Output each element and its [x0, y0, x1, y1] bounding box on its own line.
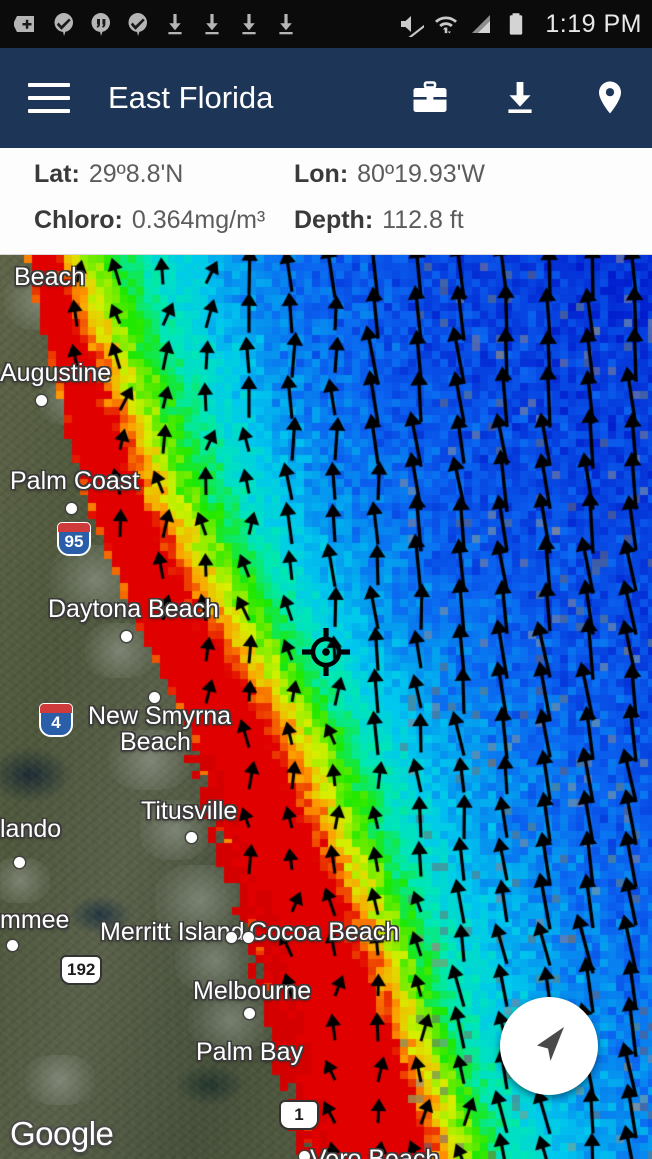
- route-shield-4: 4: [39, 703, 73, 737]
- hangouts-quote-icon: [88, 11, 114, 37]
- map-label: Melbourne: [193, 978, 311, 1004]
- route-number: 95: [57, 522, 91, 556]
- map-label: lando: [0, 816, 61, 842]
- navigation-arrow-icon: [525, 1020, 573, 1073]
- map-place-dot: [149, 692, 160, 703]
- hangouts-check-icon: [51, 11, 77, 37]
- hangouts-check-icon: [125, 11, 151, 37]
- map-place-dot: [186, 832, 197, 843]
- download-arrow-icon: [162, 11, 188, 37]
- chlorophyll-value: 0.364mg/m³: [132, 206, 265, 235]
- route-shield-1: 1: [279, 1100, 319, 1130]
- map-place-dot: [243, 932, 254, 943]
- map-label: Beach: [120, 729, 191, 755]
- map-label: Cocoa Beach: [249, 919, 399, 945]
- longitude-value: 80º19.93'W: [357, 160, 485, 189]
- depth-value: 112.8 ft: [382, 206, 464, 235]
- map-label: Palm Bay: [196, 1039, 303, 1065]
- map-place-dot: [299, 1151, 310, 1159]
- readout-row-measurements: Chloro: 0.364mg/m³ Depth: 112.8 ft: [0, 206, 652, 252]
- map-place-dot: [36, 395, 47, 406]
- map-label: Palm Coast: [10, 468, 139, 494]
- briefcase-icon[interactable]: [410, 78, 450, 118]
- route-number: 192: [60, 955, 102, 985]
- map-place-dot: [7, 940, 18, 951]
- app-bar-actions: [410, 78, 630, 118]
- map-label: New Smyrna: [88, 703, 231, 729]
- route-shield-192: 192: [60, 955, 102, 985]
- app-add-icon: [14, 11, 40, 37]
- map-label: mmee: [0, 907, 69, 933]
- depth-label: Depth:: [294, 206, 373, 235]
- cell-signal-icon: [468, 11, 494, 37]
- map-place-dot: [14, 857, 25, 868]
- latitude-readout: Lat: 29º8.8'N: [0, 160, 294, 189]
- readout-row-position: Lat: 29º8.8'N Lon: 80º19.93'W: [0, 160, 652, 206]
- status-bar-system-icons: 1:19 PM: [398, 10, 642, 39]
- longitude-readout: Lon: 80º19.93'W: [294, 160, 485, 189]
- battery-icon: [503, 11, 529, 37]
- selected-point-crosshair-icon[interactable]: [301, 627, 351, 677]
- app-bar: East Florida: [0, 48, 652, 148]
- wifi-icon: [433, 11, 459, 37]
- google-watermark: Google: [10, 1115, 113, 1153]
- map-place-dot: [244, 1008, 255, 1019]
- depth-readout: Depth: 112.8 ft: [294, 206, 464, 235]
- volume-mute-icon: [398, 11, 424, 37]
- map-label: Daytona Beach: [48, 596, 219, 622]
- page-title: East Florida: [108, 80, 410, 116]
- map-place-dot: [226, 932, 237, 943]
- status-bar-notifications: [14, 11, 398, 37]
- chlorophyll-readout: Chloro: 0.364mg/m³: [0, 206, 294, 235]
- route-number: 1: [279, 1100, 319, 1130]
- map-view[interactable]: Beach Augustine Palm Coast Daytona Beach New…: [0, 255, 652, 1159]
- latitude-label: Lat:: [34, 160, 80, 189]
- map-place-dot: [121, 631, 132, 642]
- map-label: Augustine: [0, 360, 111, 386]
- location-pin-icon[interactable]: [590, 78, 630, 118]
- map-label: Titusville: [141, 798, 237, 824]
- app-root: 1:19 PM East Florida Lat: 29º8.8'N Lon: …: [0, 0, 652, 1159]
- map-label: Beach: [14, 264, 85, 290]
- longitude-label: Lon:: [294, 160, 348, 189]
- map-label: Vero Beach: [310, 1146, 439, 1159]
- chlorophyll-label: Chloro:: [34, 206, 123, 235]
- latitude-value: 29º8.8'N: [89, 160, 184, 189]
- route-shield-95: 95: [57, 522, 91, 556]
- download-arrow-icon: [273, 11, 299, 37]
- route-number: 4: [39, 703, 73, 737]
- hamburger-menu-icon[interactable]: [28, 83, 70, 113]
- android-status-bar: 1:19 PM: [0, 0, 652, 48]
- map-label: Merritt Island: [100, 919, 244, 945]
- download-arrow-icon: [199, 11, 225, 37]
- download-icon[interactable]: [500, 78, 540, 118]
- my-location-button[interactable]: [500, 997, 598, 1095]
- readout-panel: Lat: 29º8.8'N Lon: 80º19.93'W Chloro: 0.…: [0, 148, 652, 255]
- status-bar-clock: 1:19 PM: [545, 10, 642, 39]
- download-arrow-icon: [236, 11, 262, 37]
- map-place-dot: [66, 503, 77, 514]
